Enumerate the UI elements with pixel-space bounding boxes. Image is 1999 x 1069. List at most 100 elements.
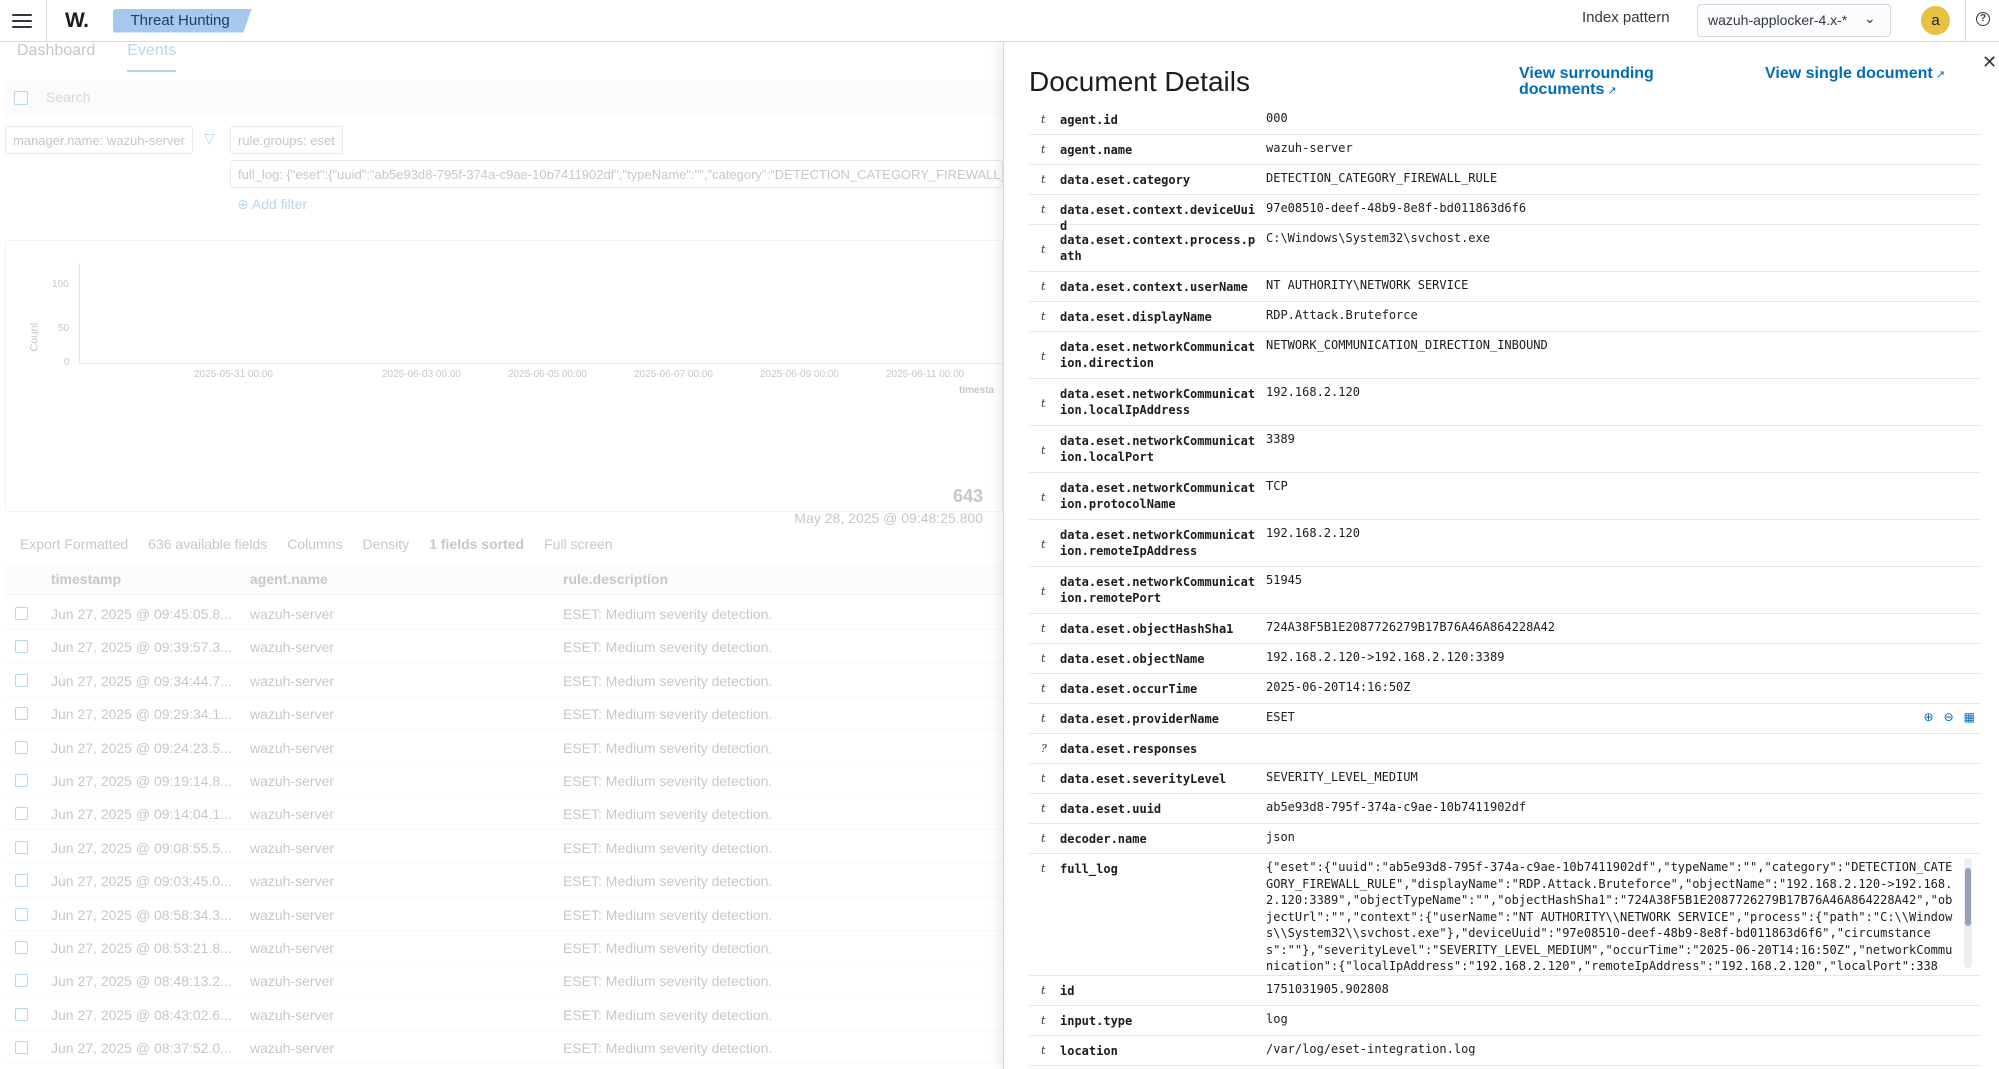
field-row[interactable]: t data.eset.networkCommunication.protocol… — [1029, 473, 1981, 520]
field-row[interactable]: t data.eset.context.userName NT AUTHORITY\… — [1029, 272, 1981, 302]
table-row[interactable]: Jun 27, 2025 @ 08:43:02.6... wazuh-server… — [5, 998, 1003, 1031]
table-row[interactable]: Jun 27, 2025 @ 09:29:34.1... wazuh-server… — [5, 697, 1003, 731]
table-row[interactable]: Jun 27, 2025 @ 09:14:04.1... wazuh-server… — [5, 797, 1003, 831]
field-value: 192.168.2.120->192.168.2.120:3389 — [1266, 650, 1505, 664]
zoom-out-icon[interactable]: ⊖ — [1944, 710, 1954, 724]
search-bar[interactable]: Search — [5, 80, 1003, 116]
inspect-document-icon[interactable] — [15, 807, 28, 821]
inspect-document-icon[interactable] — [15, 1007, 28, 1021]
string-type-icon: t — [1041, 984, 1046, 997]
inspect-document-icon[interactable] — [15, 907, 28, 921]
inspect-document-icon[interactable] — [15, 740, 28, 754]
view-surrounding-documents-link[interactable]: View surrounding documents ↗ — [1519, 66, 1709, 99]
toggle-column-icon[interactable]: ▦ — [1964, 710, 1975, 724]
filter-pill-full-log[interactable]: full_log: {"eset":{"uuid":"ab5e93d8-795f… — [230, 160, 1003, 188]
table-row[interactable]: Jun 27, 2025 @ 09:45:05.8... wazuh-server… — [5, 597, 1003, 630]
filter-pill-manager[interactable]: manager.name: wazuh-server — [5, 126, 193, 154]
density-button[interactable]: Density — [363, 536, 410, 552]
app-logo[interactable]: W. — [65, 9, 89, 33]
inspect-document-icon[interactable] — [15, 707, 28, 721]
field-row[interactable]: t full_log {"eset":{"uuid":"ab5e93d8-795f-… — [1029, 854, 1981, 976]
field-row[interactable]: t data.eset.category DETECTION_CATEGORY_FI… — [1029, 165, 1981, 195]
table-row[interactable]: Jun 27, 2025 @ 09:08:55.5... wazuh-server… — [5, 831, 1003, 864]
field-row[interactable]: t data.eset.context.deviceUuid 97e08510-de… — [1029, 195, 1981, 233]
chevron-down-icon[interactable]: ⌄ — [1864, 10, 1876, 27]
inspect-document-icon[interactable] — [15, 974, 28, 988]
table-row[interactable]: Jun 27, 2025 @ 09:24:23.5... wazuh-server… — [5, 731, 1003, 764]
cell-rule-description: ESET: Medium severity detection. — [563, 706, 773, 723]
table-row[interactable]: Jun 27, 2025 @ 08:53:21.8... wazuh-server… — [5, 931, 1003, 964]
field-row[interactable]: t data.eset.context.process.path C:\Window… — [1029, 225, 1981, 272]
hits-summary: 643 May 28, 2025 @ 09:48:25.800 — [5, 486, 1003, 536]
field-row[interactable]: t location/var/log/eset-integration.log — [1029, 1036, 1981, 1066]
available-fields-button[interactable]: 636 available fields — [148, 536, 267, 552]
inspect-document-icon[interactable] — [15, 607, 28, 620]
table-row[interactable]: Jun 27, 2025 @ 08:48:13.2... wazuh-server… — [5, 964, 1003, 998]
user-avatar[interactable]: a — [1921, 6, 1950, 35]
y-tick: 100 — [52, 279, 69, 290]
field-row[interactable]: t data.eset.networkCommunication.localIpA… — [1029, 379, 1981, 426]
field-row[interactable]: ? data.eset.responses — [1029, 734, 1981, 764]
column-header-timestamp[interactable]: timestamp — [51, 571, 121, 587]
field-row[interactable]: t id 1751031905.902808 — [1029, 976, 1981, 1006]
columns-button[interactable]: Columns — [287, 536, 342, 552]
full-screen-button[interactable]: Full screen — [544, 536, 612, 552]
full-log-scrollbar[interactable] — [1964, 858, 1972, 968]
add-filter-button[interactable]: ⊕ Add filter — [237, 196, 307, 213]
filter-pill-rule-groups[interactable]: rule.groups: eset — [230, 126, 343, 154]
inspect-document-icon[interactable] — [15, 840, 28, 854]
inspect-document-icon[interactable] — [15, 874, 28, 888]
inspect-document-icon[interactable] — [15, 941, 28, 954]
field-row[interactable]: t data.eset.providerName ESET ⊕ ⊖ ▦ — [1029, 704, 1981, 734]
menu-icon[interactable] — [12, 13, 32, 28]
breadcrumb-threat-hunting[interactable]: Threat Hunting — [112, 8, 252, 33]
field-row[interactable]: t data.eset.occurTime 2025-06-20T14:16:50Z — [1029, 674, 1981, 704]
scroll-thumb[interactable] — [1965, 868, 1971, 926]
field-row[interactable]: t data.eset.networkCommunication.remoteIp… — [1029, 520, 1981, 567]
cell-timestamp: Jun 27, 2025 @ 09:14:04.1... — [51, 806, 232, 823]
inspect-document-icon[interactable] — [15, 1041, 28, 1055]
help-icon[interactable]: ? — [1976, 12, 1990, 26]
tab-dashboard[interactable]: Dashboard — [17, 42, 95, 72]
field-row[interactable]: t data.eset.networkCommunication.directio… — [1029, 332, 1981, 379]
cell-timestamp: Jun 27, 2025 @ 09:03:45.0... — [51, 873, 232, 890]
table-row[interactable]: Jun 27, 2025 @ 08:58:34.3... wazuh-server… — [5, 898, 1003, 931]
inspect-document-icon[interactable] — [15, 673, 28, 687]
field-row[interactable]: t data.eset.severityLevel SEVERITY_LEVEL_M… — [1029, 764, 1981, 794]
index-pattern-select[interactable]: wazuh-applocker-4.x-* — [1697, 4, 1891, 37]
field-name: data.eset.displayName — [1060, 310, 1212, 324]
table-row[interactable]: Jun 27, 2025 @ 09:34:44.7... wazuh-server… — [5, 664, 1003, 697]
field-row[interactable]: t data.eset.networkCommunication.localPor… — [1029, 426, 1981, 473]
view-single-document-link[interactable]: View single document ↗ — [1765, 66, 1945, 83]
query-language-icon[interactable] — [14, 91, 28, 105]
tab-events[interactable]: Events — [127, 42, 177, 72]
sort-button[interactable]: 1 fields sorted — [429, 536, 524, 552]
inspect-document-icon[interactable] — [15, 774, 28, 787]
field-row[interactable]: t data.eset.objectHashSha1 724A38F5B1E2087… — [1029, 614, 1981, 644]
table-row[interactable]: Jun 27, 2025 @ 09:03:45.0... wazuh-server… — [5, 864, 1003, 898]
table-row[interactable]: Jun 27, 2025 @ 08:37:52.0... wazuh-server… — [5, 1031, 1003, 1065]
field-row[interactable]: t input.type log — [1029, 1006, 1981, 1036]
field-row[interactable]: t agent.id 000 — [1029, 105, 1981, 135]
export-formatted-button[interactable]: Export Formatted — [20, 536, 128, 552]
inspect-document-icon[interactable] — [15, 640, 28, 654]
field-name: data.eset.networkCommunication.localIpAd… — [1060, 387, 1256, 417]
column-header-rule-description[interactable]: rule.description — [563, 571, 668, 587]
column-header-agent-name[interactable]: agent.name — [250, 571, 328, 587]
field-name: data.eset.category — [1060, 173, 1191, 187]
field-row[interactable]: t data.eset.uuid ab5e93d8-795f-374a-c9ae-1… — [1029, 794, 1981, 824]
field-name: data.eset.severityLevel — [1060, 772, 1227, 786]
table-row[interactable]: Jun 27, 2025 @ 09:19:14.8... wazuh-server… — [5, 764, 1003, 797]
cell-rule-description: ESET: Medium severity detection. — [563, 906, 773, 923]
string-type-icon: t — [1041, 113, 1046, 126]
table-row[interactable]: Jun 27, 2025 @ 09:39:57.3... wazuh-server… — [5, 630, 1003, 664]
field-row[interactable]: t data.eset.displayName RDP.Attack.Brutefo… — [1029, 302, 1981, 332]
search-input[interactable]: Search — [46, 89, 90, 105]
field-row[interactable]: t data.eset.objectName 192.168.2.120->192.… — [1029, 644, 1981, 674]
field-row[interactable]: t decoder.name json — [1029, 824, 1981, 854]
field-row[interactable]: t agent.name wazuh-server — [1029, 135, 1981, 165]
close-icon[interactable]: ✕ — [1982, 52, 1997, 73]
field-row[interactable]: t data.eset.networkCommunication.remotePo… — [1029, 567, 1981, 614]
zoom-in-icon[interactable]: ⊕ — [1924, 710, 1934, 724]
filter-icon[interactable]: ▽ — [204, 130, 215, 147]
